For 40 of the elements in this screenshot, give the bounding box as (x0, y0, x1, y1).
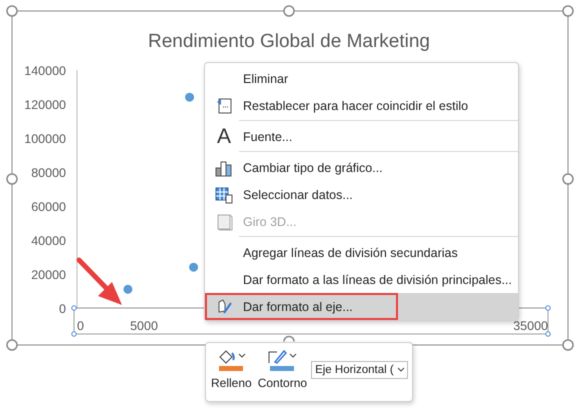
resize-handle[interactable] (6, 5, 18, 17)
y-tick-label: 120000 (24, 98, 66, 112)
resize-handle[interactable] (6, 173, 18, 185)
x-tick-label: 5000 (130, 319, 158, 333)
element-dropdown[interactable]: Eje Horizontal ( (311, 361, 408, 379)
resize-handle[interactable] (283, 336, 295, 342)
resize-handle[interactable] (562, 339, 574, 351)
table-icon (215, 186, 233, 204)
y-tick-label: 140000 (24, 64, 66, 78)
caret-icon (289, 353, 298, 359)
data-point (123, 284, 132, 294)
data-point (189, 262, 198, 272)
x-tick-label: 35000 (513, 319, 548, 333)
y-tick-label: 80000 (31, 166, 66, 180)
resize-handle[interactable] (562, 173, 574, 185)
resize-handle[interactable] (562, 5, 574, 17)
menu-item[interactable]: Dar formato al eje... (205, 293, 518, 320)
data-point (185, 92, 194, 102)
menu-item[interactable]: Eliminar (205, 65, 518, 92)
menu-item[interactable]: Seleccionar datos... (205, 181, 518, 208)
y-tick-label: 40000 (31, 234, 66, 248)
y-tick-label: 100000 (24, 132, 66, 146)
resize-handle[interactable] (283, 5, 295, 17)
toolbar-button[interactable]: Contorno (256, 347, 310, 390)
cube-icon (215, 212, 233, 230)
menu-item[interactable]: Restablecer para hacer coincidir el estilo (205, 92, 518, 119)
toolbar-button[interactable]: Relleno (209, 347, 254, 390)
caret-icon (238, 353, 246, 359)
menu-item[interactable]: Dar formato a las líneas de división principales... (205, 266, 518, 293)
reset-style-icon (215, 96, 233, 114)
resize-handle[interactable] (6, 339, 18, 351)
y-tick-label: 20000 (31, 268, 66, 282)
chevron-down-icon (396, 367, 405, 373)
pen-icon (267, 348, 288, 364)
chart-title: Rendimiento Global de Marketing (148, 31, 430, 52)
font-icon: A (216, 126, 231, 147)
x-tick-label: 0 (77, 319, 84, 333)
y-tick-label: 0 (59, 302, 66, 316)
y-tick-label: 60000 (31, 200, 66, 214)
bar-chart-icon (215, 158, 233, 176)
